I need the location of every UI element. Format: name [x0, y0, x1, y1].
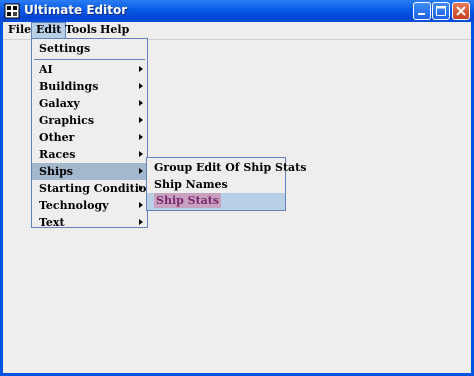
menu-item-label: Technology: [39, 199, 109, 212]
menu-item-ai[interactable]: AI: [32, 61, 147, 78]
chevron-right-icon: [139, 219, 143, 225]
menu-item-label: Other: [39, 131, 75, 144]
menu-separator: [34, 59, 145, 60]
menu-item-label: Ships: [39, 165, 74, 178]
chevron-right-icon: [139, 83, 143, 89]
menu-item-other[interactable]: Other: [32, 129, 147, 146]
menu-item-label: Text: [39, 216, 65, 229]
title-bar[interactable]: Ultimate Editor: [0, 0, 474, 22]
editor-content: File Edit Tools Help Settings AI Buildin…: [3, 22, 471, 373]
chevron-right-icon: [139, 117, 143, 123]
menu-item-starting-conditions[interactable]: Starting Conditions: [32, 180, 160, 197]
minimize-icon: [418, 13, 425, 15]
app-icon: [4, 3, 20, 19]
menu-help[interactable]: Help: [96, 22, 133, 39]
menu-item-label: Ship Stats: [154, 193, 222, 208]
menu-item-buildings[interactable]: Buildings: [32, 78, 147, 95]
menu-item-ship-stats[interactable]: Ship Stats: [147, 193, 285, 210]
chevron-right-icon: [139, 185, 143, 191]
close-icon: [456, 6, 466, 16]
menu-item-label: Group Edit Of Ship Stats: [154, 161, 307, 174]
chevron-right-icon: [139, 100, 143, 106]
menu-item-settings[interactable]: Settings: [32, 40, 147, 57]
edit-menu: Settings AI Buildings Galaxy Graphics Ot…: [31, 38, 160, 231]
menu-item-label: AI: [39, 63, 53, 76]
chevron-right-icon: [139, 151, 143, 157]
chevron-right-icon: [139, 202, 143, 208]
menu-item-graphics[interactable]: Graphics: [32, 112, 147, 129]
menu-item-label: Ship Names: [154, 178, 228, 191]
menu-item-text[interactable]: Text: [32, 214, 147, 231]
minimize-button[interactable]: [413, 2, 431, 20]
menu-item-group-edit-ship-stats[interactable]: Group Edit Of Ship Stats: [147, 159, 306, 176]
menu-item-label: Buildings: [39, 80, 99, 93]
menu-item-ship-names[interactable]: Ship Names: [147, 176, 285, 193]
menu-item-label: Galaxy: [39, 97, 80, 110]
menu-item-galaxy[interactable]: Galaxy: [32, 95, 147, 112]
ships-submenu: Group Edit Of Ship Stats Ship Names Ship…: [146, 157, 306, 211]
close-button[interactable]: [452, 2, 470, 20]
maximize-icon: [436, 6, 446, 16]
menu-item-races[interactable]: Races: [32, 146, 147, 163]
menu-item-ships[interactable]: Ships: [32, 163, 147, 180]
menu-item-label: Races: [39, 148, 76, 161]
app-window: Ultimate Editor File Edit Tools Help Set…: [0, 0, 474, 376]
maximize-button[interactable]: [432, 2, 450, 20]
chevron-right-icon: [139, 168, 143, 174]
chevron-right-icon: [139, 134, 143, 140]
menu-item-technology[interactable]: Technology: [32, 197, 147, 214]
menu-tools[interactable]: Tools: [61, 22, 101, 39]
menu-item-label: Graphics: [39, 114, 95, 127]
menu-item-label: Settings: [39, 42, 91, 55]
chevron-right-icon: [139, 66, 143, 72]
window-title: Ultimate Editor: [24, 3, 128, 17]
